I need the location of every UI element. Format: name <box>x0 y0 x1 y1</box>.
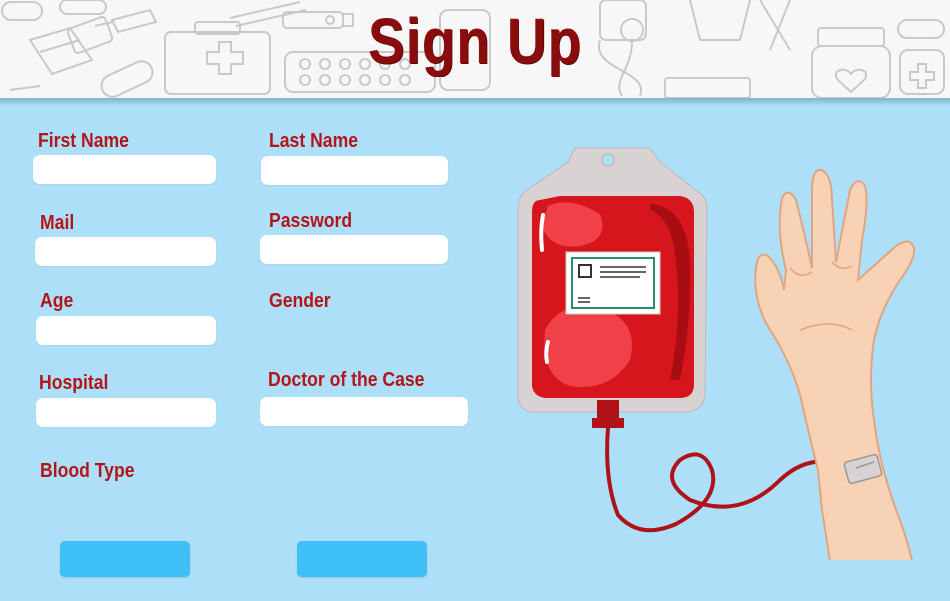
primary-button[interactable] <box>60 541 190 577</box>
first-name-field[interactable] <box>33 155 216 184</box>
arm-icon <box>754 168 916 560</box>
page-title: Sign Up <box>368 5 582 77</box>
header-divider <box>0 98 950 106</box>
password-label: Password <box>269 210 353 232</box>
blood-donation-illustration <box>517 147 916 560</box>
password-field[interactable] <box>260 235 448 264</box>
last-name-label: Last Name <box>269 130 359 152</box>
gender-label: Gender <box>269 290 331 312</box>
first-name-label: First Name <box>38 130 129 152</box>
mail-label: Mail <box>40 212 75 234</box>
last-name-field[interactable] <box>261 156 448 185</box>
doctor-field[interactable] <box>260 397 468 426</box>
hospital-field[interactable] <box>36 398 216 427</box>
hospital-label: Hospital <box>39 372 109 394</box>
mail-field[interactable] <box>35 237 216 266</box>
secondary-button[interactable] <box>297 541 427 577</box>
doctor-label: Doctor of the Case <box>268 369 425 391</box>
age-field[interactable] <box>36 316 216 345</box>
blood-tube <box>605 426 848 533</box>
blood-bag-icon <box>517 147 708 428</box>
age-label: Age <box>40 290 74 312</box>
blood-type-label: Blood Type <box>40 460 135 482</box>
header-banner: Sign Up <box>0 0 950 98</box>
